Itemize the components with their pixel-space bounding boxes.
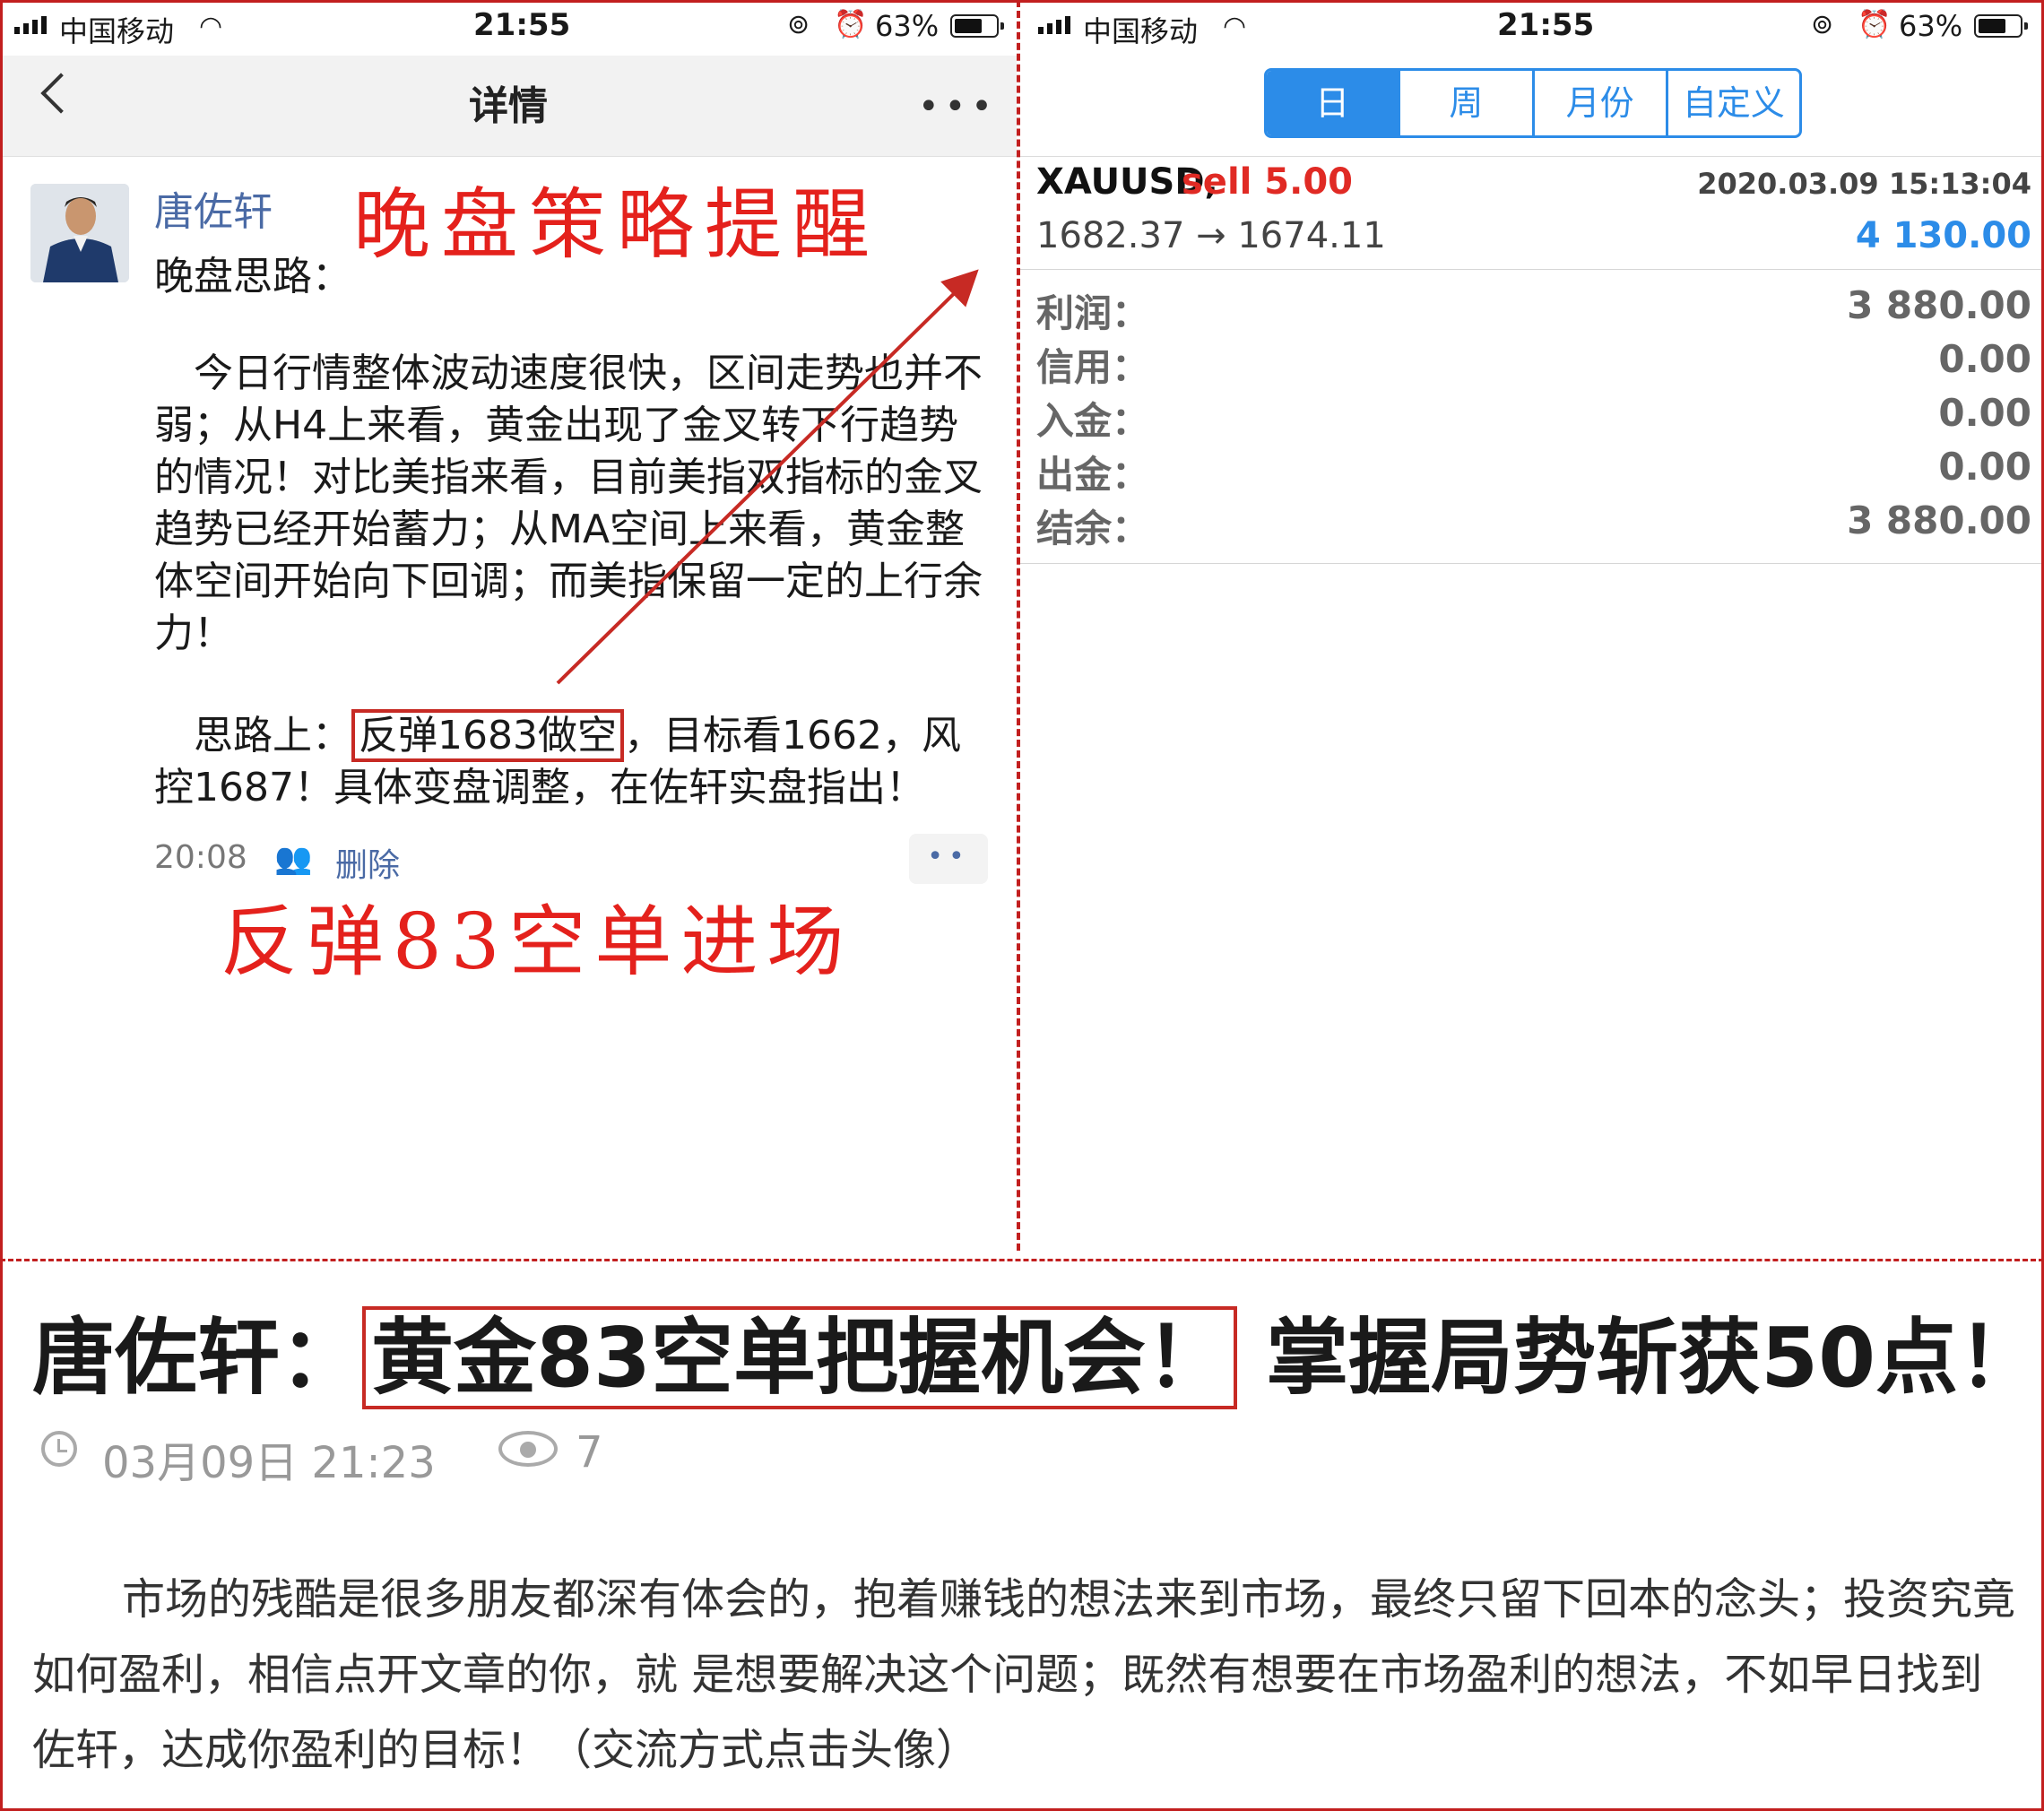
summary-value: 0.00	[1938, 391, 2031, 435]
title-prefix: 唐佐轩：	[32, 1310, 363, 1406]
period-segmented-control: 日 周 月份 自定义	[1264, 68, 1802, 138]
summary-value: 0.00	[1938, 445, 2031, 489]
tab-week[interactable]: 周	[1398, 71, 1531, 135]
left-status-bar: 中国移动 ◠ 21:55 ⊚ ⏰ 63%	[0, 0, 1017, 56]
battery-icon	[950, 14, 1004, 38]
plan-suffix: ，目标看1662，风	[623, 713, 961, 758]
trade-side: sell 5.00	[1182, 161, 1353, 203]
article-views: 7	[576, 1427, 603, 1477]
post-plan-line-2: 控1687！具体变盘调整，在佐轩实盘指出！	[154, 765, 925, 810]
article-body: 市场的残酷是很多朋友都深有体会的，抱着赚钱的想法来到市场，最终只留下回本的念头；…	[32, 1574, 2016, 1775]
signal-icon	[1038, 16, 1070, 34]
summary-label: 结余：	[1036, 507, 1150, 550]
post-time: 20:08	[154, 839, 247, 876]
status-time: 21:55	[1497, 7, 1595, 43]
summary-row-withdrawal: 出金： 0.00	[1036, 445, 2031, 498]
carrier-label: 中国移动	[1083, 14, 1199, 48]
tab-day[interactable]: 日	[1267, 71, 1399, 135]
summary-row-credit: 信用： 0.00	[1036, 337, 2031, 391]
alarm-icon: ⏰	[834, 9, 868, 40]
wifi-icon: ◠	[199, 11, 223, 42]
horizontal-dashed-separator	[0, 1259, 2044, 1261]
battery-percent: 63%	[875, 9, 940, 43]
tab-month[interactable]: 月份	[1531, 71, 1666, 135]
article-date: 03月09日 21:23	[102, 1438, 436, 1488]
trade-profit: 4 130.00	[1855, 215, 2031, 256]
author-name-link[interactable]: 唐佐轩	[154, 179, 273, 237]
more-options-icon[interactable]: •••	[918, 86, 998, 127]
post-body-text: 今日行情整体波动速度很快，区间走势也并不弱；从H4上来看，黄金出现了金叉转下行趋…	[154, 351, 983, 656]
orientation-lock-icon: ⊚	[1811, 9, 1834, 40]
summary-row-deposit: 入金： 0.00	[1036, 391, 2031, 445]
summary-label: 利润：	[1036, 291, 1150, 335]
vertical-dashed-separator	[1017, 0, 1020, 1251]
post-plan-line: 思路上： 反弹1683做空 ，目标看1662，风	[154, 709, 961, 762]
carrier-label: 中国移动	[59, 14, 175, 48]
signal-icon	[14, 16, 47, 34]
divider	[1020, 269, 2044, 270]
author-avatar[interactable]	[30, 184, 129, 282]
plan-prefix: 思路上：	[194, 713, 351, 758]
summary-label: 信用：	[1036, 345, 1150, 389]
plan-highlight-box: 反弹1683做空	[351, 709, 624, 762]
alarm-icon: ⏰	[1858, 9, 1892, 40]
post-intro: 晚盘思路：	[154, 254, 351, 299]
trade-time: 2020.03.09 15:13:04	[1697, 167, 2031, 201]
visibility-people-icon: 👥	[274, 841, 313, 877]
summary-label: 入金：	[1036, 399, 1150, 443]
page-title: 详情	[469, 83, 548, 129]
title-suffix: 掌握局势斩获50点！	[1266, 1310, 2041, 1406]
clock-icon	[41, 1431, 77, 1467]
summary-row-balance: 结余： 3 880.00	[1036, 498, 2031, 552]
summary-value: 3 880.00	[1847, 283, 2031, 327]
summary-row-profit: 利润： 3 880.00	[1036, 283, 2031, 337]
orientation-lock-icon: ⊚	[787, 9, 810, 40]
article-title: 唐佐轩： 黄金83空单把握机会！ 掌握局势斩获50点！	[32, 1291, 2040, 1410]
annotation-heading: 晚盘策略提醒	[353, 180, 880, 270]
battery-percent: 63%	[1899, 9, 1963, 43]
eye-icon	[498, 1431, 558, 1467]
summary-value: 0.00	[1938, 337, 2031, 381]
trade-price-range: 1682.37 → 1674.11	[1036, 215, 1386, 256]
right-status-bar: 中国移动 ◠ 21:55 ⊚ ⏰ 63%	[1020, 0, 2044, 56]
battery-icon	[1974, 14, 2028, 38]
comment-button[interactable]: ••	[909, 834, 988, 884]
title-highlight-box: 黄金83空单把握机会！	[362, 1306, 1238, 1409]
tab-custom[interactable]: 自定义	[1665, 71, 1799, 135]
divider	[1020, 563, 2044, 564]
wifi-icon: ◠	[1223, 11, 1247, 42]
summary-value: 3 880.00	[1847, 498, 2031, 542]
annotation-footer: 反弹83空单进场	[221, 897, 853, 987]
post-body: 今日行情整体波动速度很快，区间走势也并不弱；从H4上来看，黄金出现了金叉转下行趋…	[154, 348, 997, 660]
status-time: 21:55	[473, 7, 571, 43]
summary-label: 出金：	[1036, 453, 1150, 497]
